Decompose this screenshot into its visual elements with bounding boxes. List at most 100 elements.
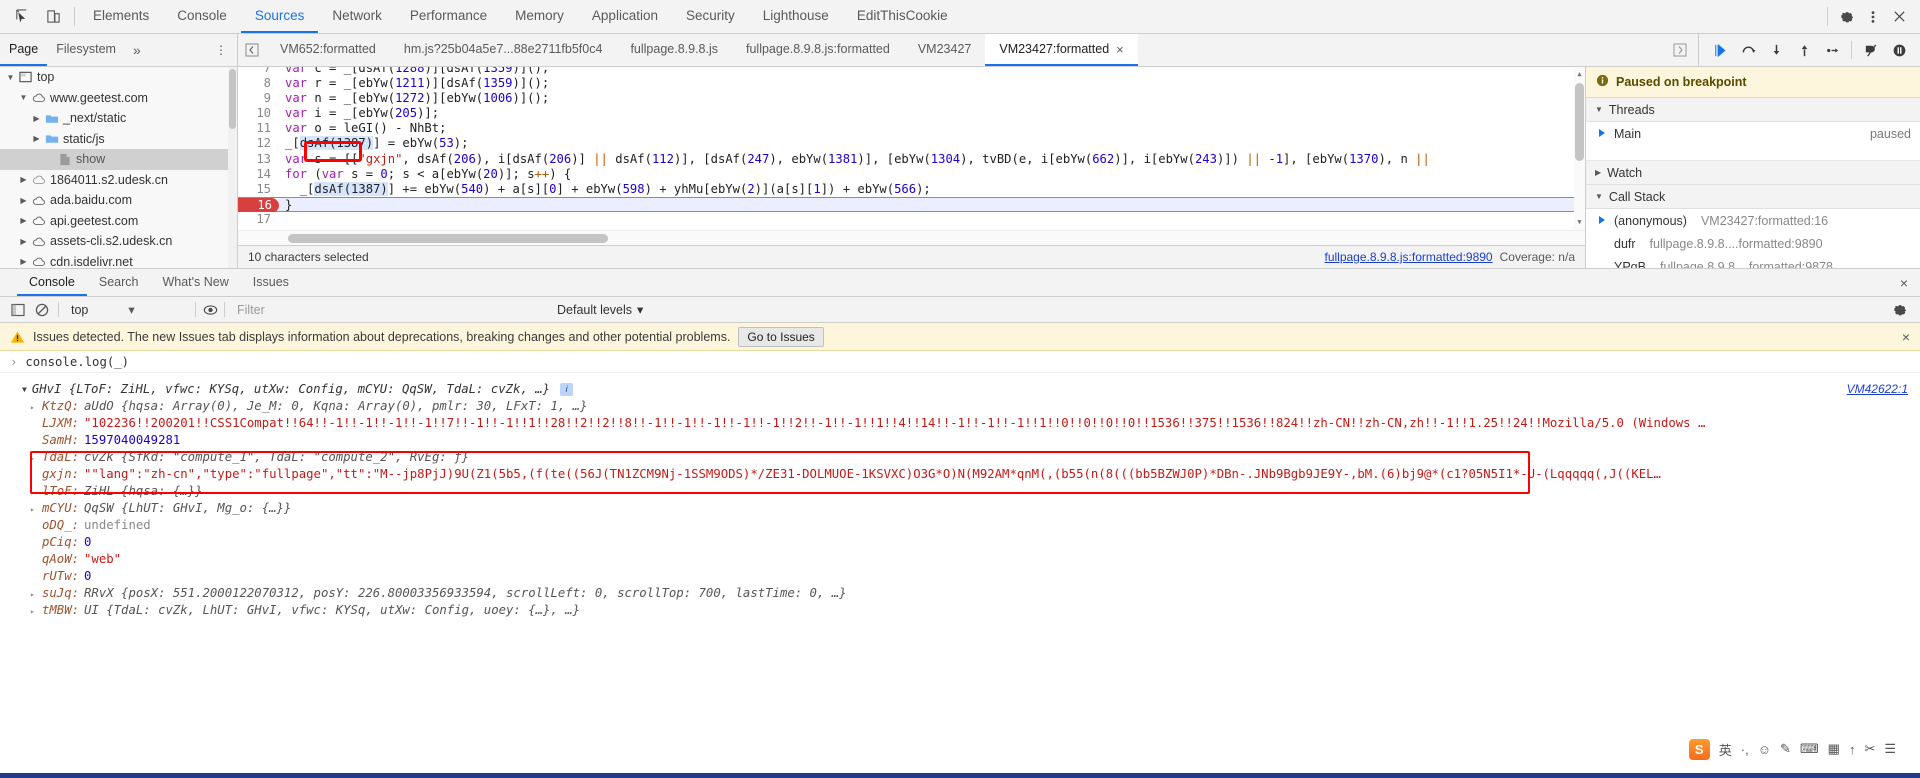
ime-screenshot-icon[interactable]: ✂ — [1864, 741, 1875, 757]
expand-triangle-icon[interactable]: ▸ — [30, 586, 42, 599]
close-icon[interactable] — [1888, 6, 1910, 28]
source-code-editor[interactable]: 7 var c = _[dsAf(1288)][dsAf(1359)](); 8… — [238, 67, 1585, 268]
source-location-link[interactable]: fullpage.8.9.8.js:formatted:9890 — [1324, 250, 1492, 264]
console-property-row[interactable]: ▸ KtzQ: aUdO {hqsa: Array(0), Je_M: 0, K… — [0, 399, 1920, 416]
step-into-button[interactable] — [1763, 37, 1789, 63]
tab-security[interactable]: Security — [672, 0, 749, 33]
console-property-row[interactable]: rUTw: 0 — [0, 569, 1920, 586]
console-property-row[interactable]: gxjn: ""lang":"zh-cn","type":"fullpage",… — [0, 467, 1920, 484]
live-expression-icon[interactable] — [198, 299, 222, 321]
tab-memory[interactable]: Memory — [501, 0, 578, 33]
expand-triangle-icon[interactable]: ▸ — [30, 399, 42, 412]
expand-triangle-icon[interactable]: ▸ — [30, 603, 42, 616]
file-navigator-tree[interactable]: ▼ top ▼ www.geetest.com ▶ _next/static ▶… — [0, 67, 238, 268]
tab-application[interactable]: Application — [578, 0, 672, 33]
chevron-down-icon[interactable]: ▼ — [1595, 192, 1603, 201]
console-property-row[interactable]: LJXM: "102236!!200201!!CSS1Compat!!64!!-… — [0, 416, 1920, 433]
ime-menu-icon[interactable]: ☰ — [1884, 741, 1896, 757]
console-filter-input[interactable]: Filter — [227, 303, 557, 317]
go-to-issues-button[interactable]: Go to Issues — [738, 326, 824, 347]
drawer-tab-console[interactable]: Console — [17, 269, 87, 296]
tree-item-api-geetest-com[interactable]: ▶ api.geetest.com — [0, 211, 237, 232]
tree-item-show[interactable]: show — [0, 149, 237, 170]
source-tab-hmjs[interactable]: hm.js?25b04a5e7...88e2711fb5f0c4 — [390, 34, 617, 66]
call-stack-row-anonymous[interactable]: (anonymous) VM23427:formatted:16 — [1586, 209, 1920, 232]
tree-item-ada-baidu-com[interactable]: ▶ ada.baidu.com — [0, 190, 237, 211]
source-tab-vm652-formatted[interactable]: VM652:formatted — [266, 34, 390, 66]
chevron-down-icon[interactable]: ▼ — [1595, 105, 1603, 114]
source-tab-fullpage-js-formatted[interactable]: fullpage.8.9.8.js:formatted — [732, 34, 904, 66]
console-sidebar-icon[interactable] — [6, 299, 30, 321]
scrollbar-thumb-horizontal[interactable] — [288, 234, 608, 243]
source-tab-fullpage-js[interactable]: fullpage.8.9.8.js — [616, 34, 732, 66]
expand-triangle-icon[interactable]: ▸ — [30, 450, 42, 463]
resume-script-execution-button[interactable] — [1707, 37, 1733, 63]
twisty-closed-icon[interactable]: ▶ — [30, 134, 43, 143]
console-property-row[interactable]: pCiq: 0 — [0, 535, 1920, 552]
close-drawer-icon[interactable]: × — [1888, 269, 1920, 296]
ime-language-icon[interactable]: 英 — [1719, 740, 1732, 759]
chevron-down-icon[interactable]: ▾ — [128, 302, 134, 317]
drawer-tab-whats-new[interactable]: What's New — [150, 269, 240, 296]
gear-icon[interactable] — [1888, 299, 1912, 321]
section-threads[interactable]: ▼ Threads — [1586, 98, 1920, 122]
editor-scrollbar[interactable]: ▲ ▼ — [1574, 67, 1585, 230]
twisty-open-icon[interactable]: ▼ — [17, 93, 30, 102]
console-output[interactable]: › console.log(_) ▼ GHvI {LToF: ZiHL, vfw… — [0, 351, 1920, 778]
tab-sources[interactable]: Sources — [240, 0, 319, 33]
scroll-up-icon[interactable]: ▲ — [1575, 69, 1584, 80]
source-tab-vm23427-formatted[interactable]: VM23427:formatted × — [985, 34, 1138, 66]
nav-more-tabs-icon[interactable]: » — [125, 42, 149, 58]
nav-tab-filesystem[interactable]: Filesystem — [47, 34, 125, 66]
close-icon[interactable]: × — [1116, 42, 1124, 57]
line-number-breakpoint[interactable]: 16 — [238, 197, 279, 213]
source-tab-vm23427[interactable]: VM23427 — [904, 34, 986, 66]
twisty-closed-icon[interactable]: ▶ — [17, 196, 30, 205]
console-property-row[interactable]: oDQ_: undefined — [0, 518, 1920, 535]
twisty-open-icon[interactable]: ▼ — [4, 73, 17, 82]
inspect-cursor-icon[interactable] — [10, 6, 32, 28]
console-levels-selector[interactable]: Default levels ▾ — [557, 302, 643, 318]
tree-item-1864011-s2-udesk-cn[interactable]: ▶ 1864011.s2.udesk.cn — [0, 170, 237, 191]
editor-horizontal-scrollbar[interactable] — [238, 230, 1585, 245]
section-call-stack[interactable]: ▼ Call Stack — [1586, 185, 1920, 209]
file-tree-scrollbar[interactable] — [228, 67, 237, 268]
tree-item-assets-cli-s2-udesk-cn[interactable]: ▶ assets-cli.s2.udesk.cn — [0, 231, 237, 252]
console-result-header[interactable]: ▼ GHvI {LToF: ZiHL, vfwc: KYSq, utXw: Co… — [0, 379, 1920, 399]
nav-tab-page[interactable]: Page — [0, 34, 48, 66]
console-property-row[interactable]: ▸ mCYU: QqSW {LhUT: GHvI, Mg_o: {…}} — [0, 501, 1920, 518]
scroll-tabs-left-icon[interactable] — [238, 34, 266, 66]
tree-item-www-geetest-com[interactable]: ▼ www.geetest.com — [0, 88, 237, 109]
chevron-right-icon[interactable]: ▶ — [1595, 168, 1601, 177]
info-badge[interactable]: i — [560, 382, 574, 396]
close-issues-icon[interactable]: × — [1902, 329, 1910, 345]
result-source-link[interactable]: VM42622:1 — [1847, 382, 1908, 396]
scroll-tabs-right-icon[interactable] — [1666, 43, 1694, 57]
thread-row-main[interactable]: Main paused — [1586, 122, 1920, 145]
scrollbar-thumb[interactable] — [229, 69, 236, 129]
expand-triangle-icon[interactable]: ▼ — [22, 385, 27, 394]
tree-item-static-js[interactable]: ▶ static/js — [0, 129, 237, 150]
console-property-row[interactable]: ▸ lToF: ZiHL {hqsa: {…}} — [0, 484, 1920, 501]
console-property-row[interactable]: SamH: 1597040049281 — [0, 433, 1920, 450]
console-context-selector[interactable]: top ▾ — [63, 302, 193, 318]
ime-punctuation-icon[interactable]: ·, — [1741, 742, 1749, 757]
ime-voice-icon[interactable]: ✎ — [1780, 741, 1791, 757]
deactivate-breakpoints-icon[interactable] — [1858, 37, 1884, 63]
ime-emoji-icon[interactable]: ☺ — [1758, 742, 1771, 757]
tab-elements[interactable]: Elements — [79, 0, 163, 33]
ime-keyboard-icon[interactable]: ⌨ — [1800, 741, 1819, 757]
console-property-row[interactable]: ▸ TdaL: cvZk {SfKd: "compute_1", TdaL: "… — [0, 450, 1920, 467]
step-button[interactable] — [1819, 37, 1845, 63]
tab-editthiscookie[interactable]: EditThisCookie — [843, 0, 962, 33]
drawer-tab-search[interactable]: Search — [87, 269, 151, 296]
tab-lighthouse[interactable]: Lighthouse — [749, 0, 843, 33]
tab-performance[interactable]: Performance — [396, 0, 501, 33]
pause-on-exceptions-icon[interactable] — [1886, 37, 1912, 63]
clear-console-icon[interactable] — [30, 299, 54, 321]
gear-icon[interactable] — [1836, 6, 1858, 28]
tree-item-cdn-jsdelivr-net[interactable]: ▶ cdn.isdelivr.net — [0, 252, 237, 268]
twisty-closed-icon[interactable]: ▶ — [17, 216, 30, 225]
tree-item-top[interactable]: ▼ top — [0, 67, 237, 88]
breakpoint-marker[interactable]: 16 — [238, 197, 279, 213]
